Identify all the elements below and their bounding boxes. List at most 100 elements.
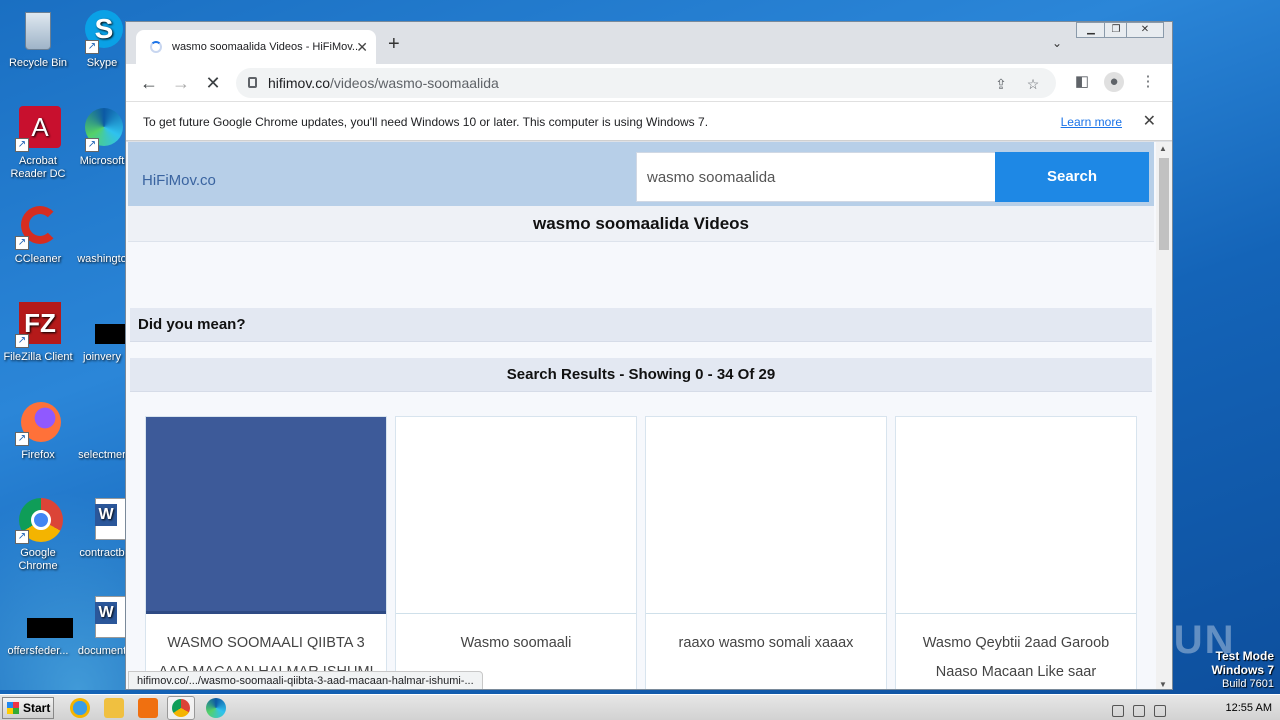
black-file-icon [15,596,73,642]
recycle-bin-icon [15,8,61,54]
word-document-icon: W [79,596,127,642]
show-hidden-icons-icon[interactable] [1112,705,1124,717]
learn-more-link[interactable]: Learn more [1061,102,1122,142]
desktop-icon-contractb[interactable]: W contractb [72,498,132,560]
tab-search-chevron-icon[interactable]: ⌄ [1052,36,1062,50]
address-bar[interactable]: hifimov.co/videos/wasmo-soomaalida ⇪ ☆ [236,68,1056,98]
close-tab-icon[interactable]: ✕ [356,30,368,64]
internet-explorer-icon[interactable] [70,698,90,718]
desktop-icon-filezilla[interactable]: FZ ↗ FileZilla Client [0,302,76,364]
did-you-mean-heading: Did you mean? [130,308,1152,342]
page-title: wasmo soomaalida Videos [128,206,1154,242]
close-infobar-icon[interactable]: ✕ [1143,102,1156,142]
acrobat-icon: A ↗ [15,106,61,152]
desktop-icon-label: CCleaner [14,253,62,265]
tab-strip: wasmo soomaalida Videos - HiFiMov... ✕ +… [126,22,1172,64]
desktop-icon-microsoft-edge[interactable]: ↗ Microsoft [72,106,132,168]
edge-taskbar-icon[interactable] [206,698,226,718]
desktop-icon-label: Google Chrome [18,547,58,572]
filezilla-icon: FZ ↗ [15,302,61,348]
chrome-taskbar-button[interactable] [167,696,195,720]
shortcut-arrow-icon: ↗ [15,530,29,544]
search-button[interactable]: Search [995,152,1149,202]
start-button[interactable]: Start [2,697,54,719]
file-explorer-icon[interactable] [104,698,124,718]
restore-button[interactable]: ❐ [1104,22,1128,38]
scroll-up-icon[interactable]: ▲ [1159,144,1167,153]
video-thumbnail[interactable] [396,417,636,614]
edge-icon: ↗ [79,106,125,152]
desktop-icon-label: document [77,645,127,657]
bookmark-star-icon[interactable]: ☆ [1024,75,1042,93]
video-card[interactable]: Wasmo soomaali [395,416,637,689]
video-thumbnail[interactable] [896,417,1136,614]
desktop-icon-label: selectmer [78,449,126,461]
desktop-icon-joinvery[interactable]: joinvery [72,302,135,364]
desktop-icon-ccleaner[interactable]: ↗ CCleaner [0,204,76,266]
windows-test-mode-watermark: Test Mode Windows 7 Build 7601 [1211,650,1274,691]
menu-kebab-icon[interactable]: ⋮ [1138,72,1158,92]
shortcut-arrow-icon: ↗ [15,236,29,250]
infobar-message: To get future Google Chrome updates, you… [143,115,709,129]
scroll-down-icon[interactable]: ▼ [1159,680,1167,689]
clock[interactable]: 12:55 AM [1226,695,1272,720]
video-title[interactable]: Wasmo soomaali [402,629,630,658]
close-window-button[interactable]: ✕ [1126,22,1164,38]
video-thumbnail[interactable] [646,417,886,614]
stop-loading-icon[interactable]: ✕ [200,70,226,96]
volume-icon[interactable] [1133,705,1146,717]
desktop-icon-selectmer[interactable]: selectmer [72,400,132,462]
video-card[interactable]: raaxo wasmo somali xaaax [645,416,887,689]
loading-spinner-icon [150,41,162,53]
shortcut-arrow-icon: ↗ [15,138,29,152]
desktop-icon-label: Recycle Bin [8,57,68,69]
tab-active[interactable]: wasmo soomaalida Videos - HiFiMov... ✕ [136,30,376,64]
search-input[interactable]: wasmo soomaalida [636,152,996,202]
desktop-icon-washingto[interactable]: washingto [72,204,132,266]
desktop-icon-label: FileZilla Client [3,351,73,363]
desktop-icon-label: Firefox [21,449,55,461]
video-title[interactable]: raaxo wasmo somali xaaax [652,629,880,658]
chrome-icon: ↗ [15,498,63,544]
back-arrow-icon[interactable]: ← [136,70,162,96]
network-icon[interactable] [1154,705,1167,717]
share-icon[interactable]: ⇪ [992,75,1010,93]
side-panel-icon[interactable]: ◧ [1072,72,1092,92]
new-tab-button[interactable]: + [388,34,400,54]
vertical-scrollbar[interactable]: ▲ ▼ [1156,142,1172,689]
video-title[interactable]: Wasmo Qeybtii 2aad Garoob Naaso Macaan L… [902,629,1130,687]
profile-avatar-icon[interactable]: ● [1104,72,1124,92]
desktop-icon-label: contractb [79,547,125,559]
document-icon [79,204,125,250]
desktop-icon-skype[interactable]: S ↗ Skype [72,8,132,70]
windows-logo-icon [7,702,19,714]
update-infobar: To get future Google Chrome updates, you… [126,101,1172,141]
media-player-icon[interactable] [138,698,158,718]
results-summary: Search Results - Showing 0 - 34 Of 29 [130,358,1152,392]
watermark-line-1: Test Mode [1215,649,1274,663]
black-file-icon [79,302,135,348]
desktop-icon-document[interactable]: W document [72,596,132,658]
video-card[interactable]: Wasmo Qeybtii 2aad Garoob Naaso Macaan L… [895,416,1137,689]
browser-toolbar: ← → ✕ hifimov.co/videos/wasmo-soomaalida… [126,64,1172,101]
video-thumbnail[interactable] [146,417,386,614]
forward-arrow-icon[interactable]: → [168,70,194,96]
minimize-button[interactable]: ▁ [1076,22,1106,38]
desktop-icon-offersfeder[interactable]: offersfeder... [0,596,76,658]
desktop-icon-google-chrome[interactable]: ↗ Google Chrome [0,498,76,573]
desktop-icon-acrobat[interactable]: A ↗ Acrobat Reader DC [0,106,76,181]
desktop-icon-label: Microsoft [79,155,125,167]
chrome-window: wasmo soomaalida Videos - HiFiMov... ✕ +… [125,21,1173,690]
desktop-icon-firefox[interactable]: ↗ Firefox [0,400,76,462]
link-status-bubble: hifimov.co/.../wasmo-soomaali-qiibta-3-a… [128,671,483,689]
page-viewport: HiFiMov.co wasmo soomaalida Search wasmo… [126,142,1172,689]
start-label: Start [23,701,51,715]
site-header: HiFiMov.co wasmo soomaalida Search [128,142,1154,206]
site-logo[interactable]: HiFiMov.co [142,172,216,189]
watermark-line-3: Build 7601 [1222,678,1274,690]
video-card[interactable]: WASMO SOOMAALI QIIBTA 3 AAD MACAAN HALMA… [145,416,387,689]
desktop-icon-label: Skype [86,57,118,69]
desktop-icon-recycle-bin[interactable]: Recycle Bin [0,8,76,70]
scrollbar-thumb[interactable] [1159,158,1169,250]
shortcut-arrow-icon: ↗ [15,334,29,348]
